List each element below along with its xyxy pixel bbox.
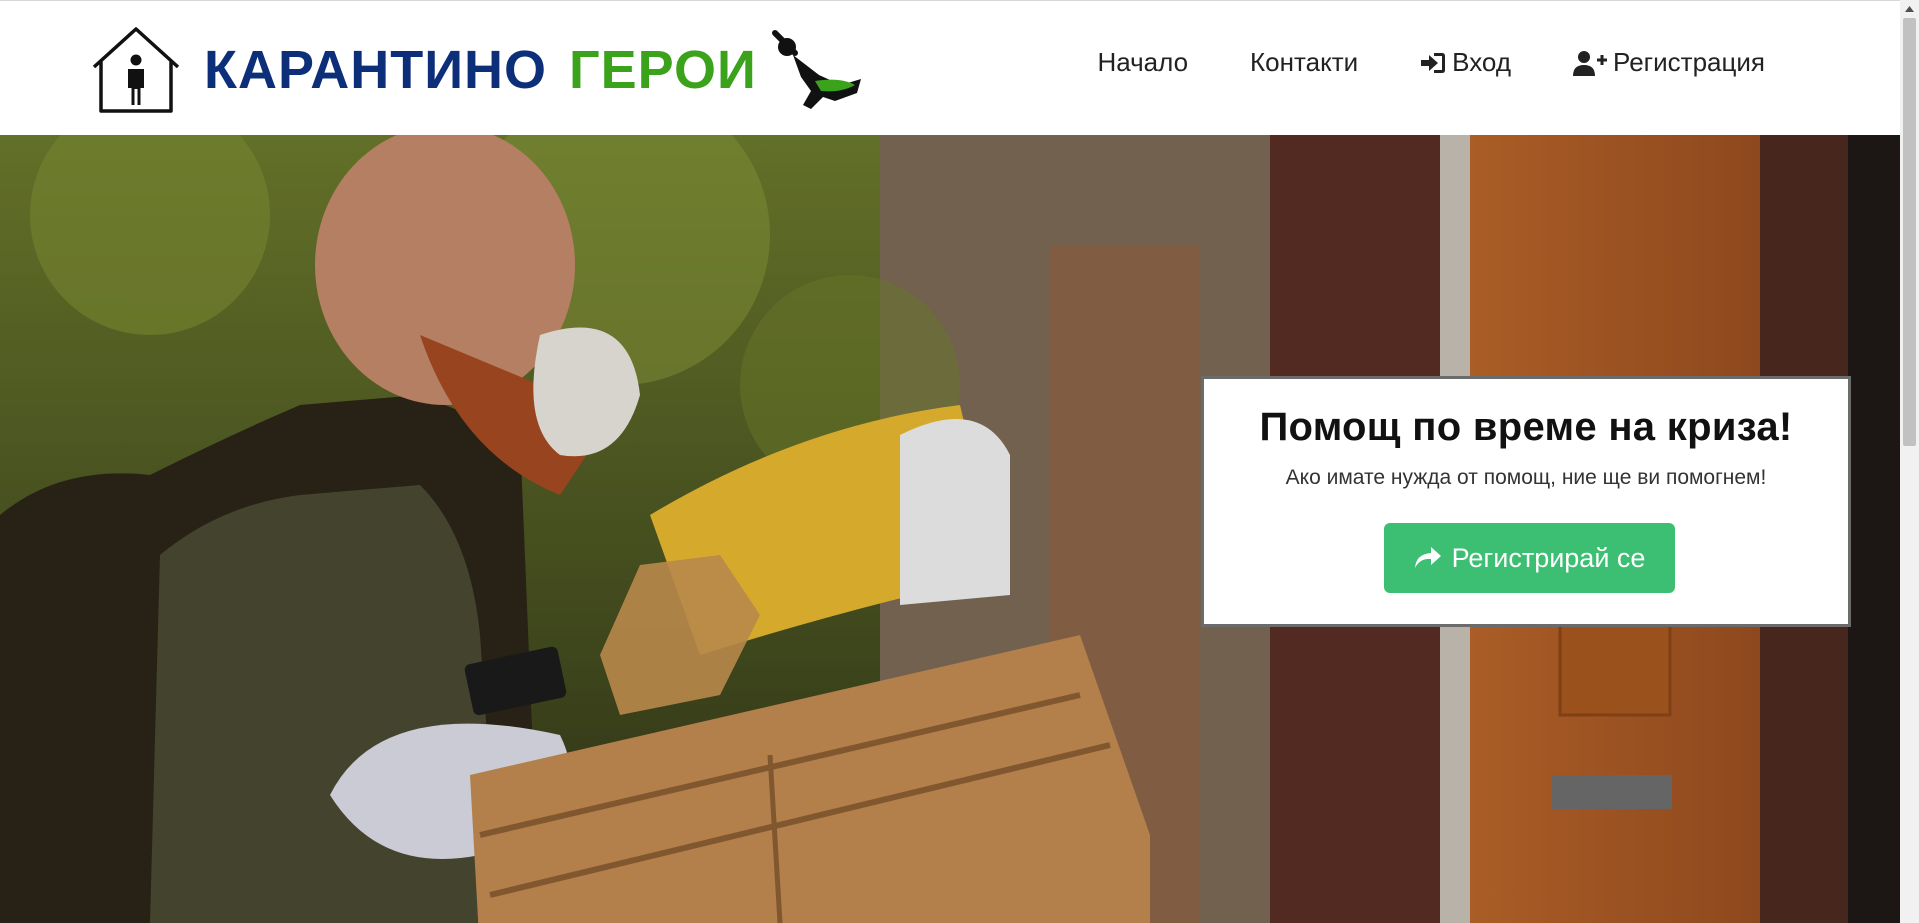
cta-box: Помощ по време на криза! Ако имате нужда…: [1201, 376, 1851, 627]
nav-home[interactable]: Начало: [1097, 47, 1188, 78]
house-person-icon: [92, 27, 180, 113]
hero-section: Помощ по време на криза! Ако имате нужда…: [0, 135, 1900, 923]
flying-hero-icon: [771, 30, 861, 109]
cta-title: Помощ по време на криза!: [1259, 405, 1793, 449]
vertical-scrollbar[interactable]: [1900, 0, 1919, 923]
nav-login[interactable]: Вход: [1420, 47, 1511, 78]
register-button-label: Регистрирай се: [1451, 542, 1646, 573]
brand-title-word2: ГЕРОИ: [569, 40, 757, 100]
nav-contacts[interactable]: Контакти: [1250, 47, 1358, 78]
main-nav: Начало Контакти Вход Регистрация: [1035, 47, 1765, 78]
nav-login-label: Вход: [1452, 47, 1511, 77]
nav-contacts-label: Контакти: [1250, 47, 1359, 77]
cta-subtitle: Ако имате нужда от помощ, ние ще ви помо…: [1285, 466, 1767, 489]
register-button[interactable]: Регистрирай се: [1384, 523, 1675, 593]
brand-logo[interactable]: КАРАНТИНО ГЕРОИ: [86, 25, 867, 115]
navbar: КАРАНТИНО ГЕРОИ Начало Контакти Вход Рег…: [0, 1, 1900, 135]
brand-title-word1: КАРАНТИНО: [204, 40, 548, 100]
share-arrow-icon: [1414, 547, 1441, 568]
nav-register-label: Регистрация: [1613, 47, 1765, 77]
scrollbar-thumb[interactable]: [1903, 18, 1916, 446]
nav-home-label: Начало: [1097, 47, 1189, 77]
sign-in-icon: [1421, 52, 1446, 73]
scroll-up-arrow-icon[interactable]: [1900, 0, 1919, 17]
nav-register[interactable]: Регистрация: [1573, 47, 1765, 78]
user-plus-icon: [1573, 50, 1607, 76]
